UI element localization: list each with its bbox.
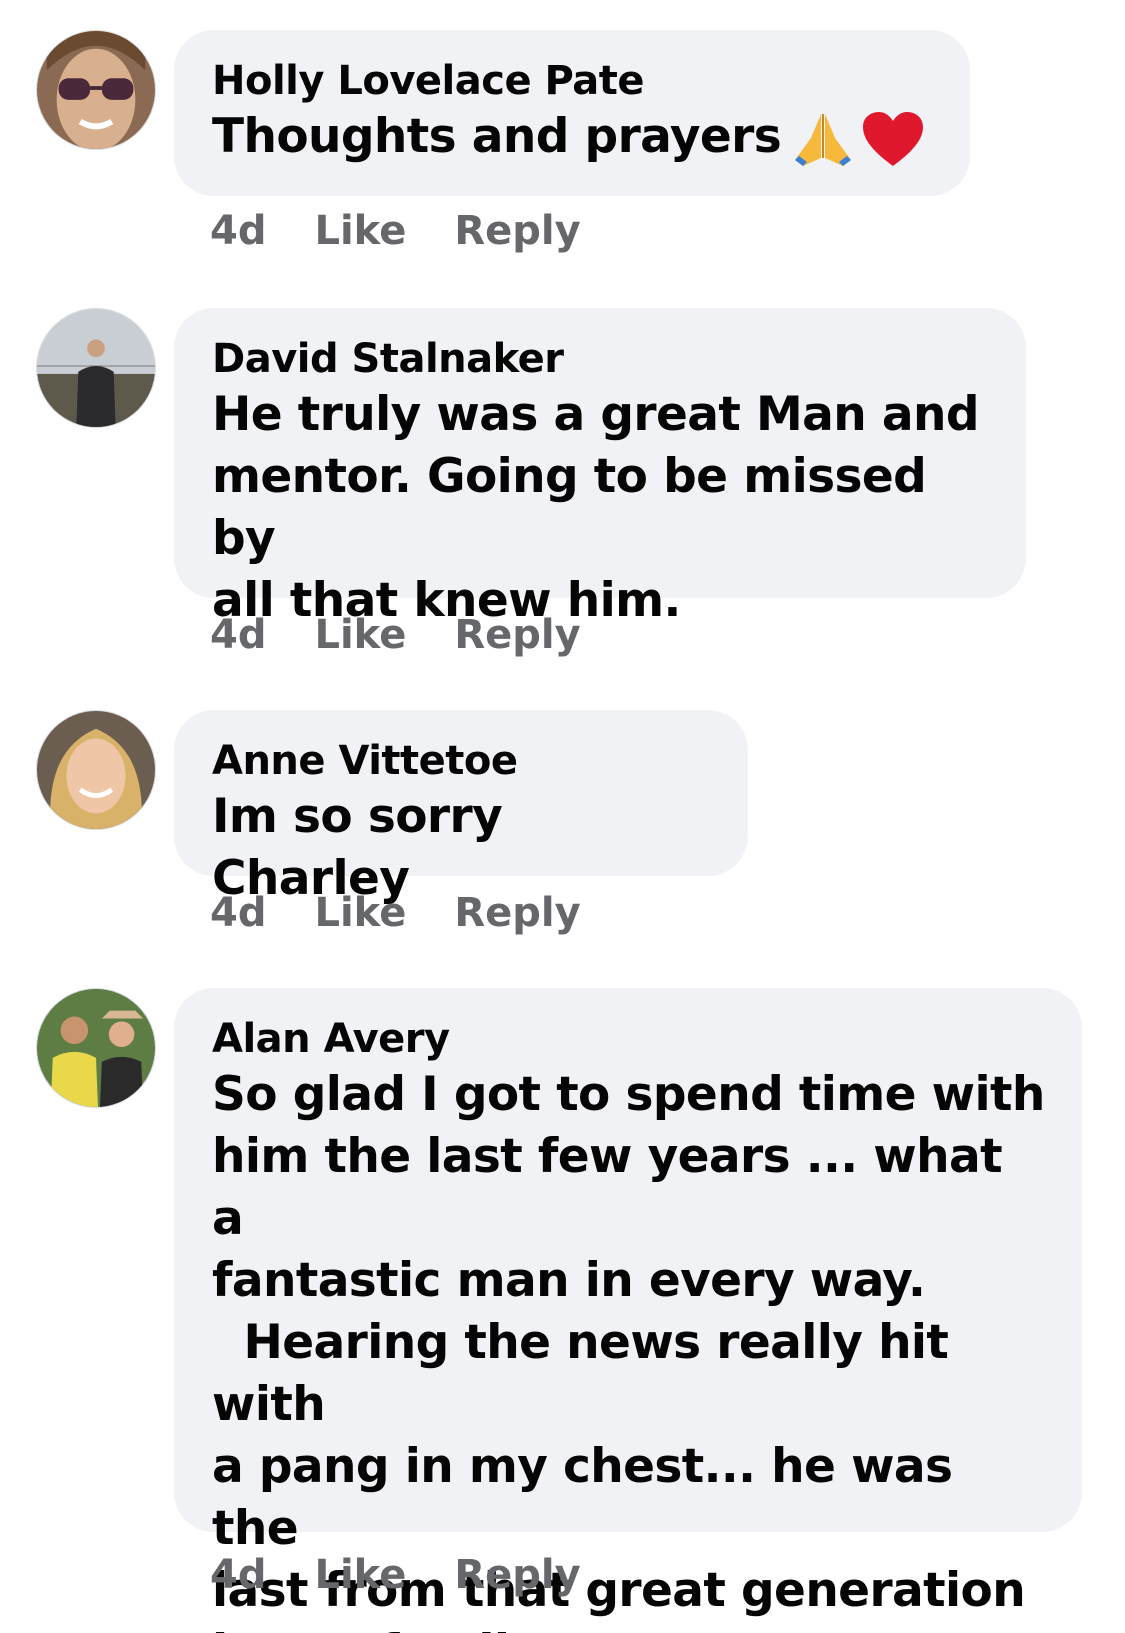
comment-actions: 4d Like Reply <box>210 610 581 660</box>
emoji-group <box>791 108 925 172</box>
avatar[interactable] <box>36 308 156 428</box>
like-button[interactable]: Like <box>314 888 406 938</box>
comment-author[interactable]: David Stalnaker <box>212 334 990 384</box>
red-heart-icon <box>863 111 924 166</box>
like-button[interactable]: Like <box>314 206 406 256</box>
comment-timestamp: 4d <box>210 208 267 254</box>
comment-timestamp: 4d <box>210 612 267 658</box>
comment-author[interactable]: Alan Avery <box>212 1014 1046 1064</box>
comment-bubble: Alan Avery So glad I got to spend time w… <box>174 988 1082 1633</box>
like-button[interactable]: Like <box>314 1550 406 1600</box>
comment-timestamp: 4d <box>210 890 267 936</box>
comment-text: He truly was a great Man and mentor. Goi… <box>212 387 980 628</box>
comment-author[interactable]: Holly Lovelace Pate <box>212 56 934 106</box>
comment-actions: 4d Like Reply <box>210 888 581 938</box>
avatar-photo <box>37 989 155 1107</box>
comment-thread: Holly Lovelace Pate Thoughts and prayers… <box>0 0 1125 1633</box>
reply-button[interactable]: Reply <box>454 1550 580 1600</box>
avatar[interactable] <box>36 710 156 830</box>
avatar-photo <box>37 31 155 149</box>
avatar-photo <box>37 309 155 427</box>
comment-text: So glad I got to spend time with him the… <box>212 1067 1045 1633</box>
comment-author[interactable]: Anne Vittetoe <box>212 736 712 786</box>
comment-bubble: Holly Lovelace Pate Thoughts and prayers <box>174 30 970 196</box>
reply-button[interactable]: Reply <box>454 206 580 256</box>
avatar[interactable] <box>36 30 156 150</box>
comment-bubble: Anne Vittetoe Im so sorry Charley <box>174 710 748 906</box>
avatar-photo <box>37 711 155 829</box>
comment-bubble: David Stalnaker He truly was a great Man… <box>174 308 1026 628</box>
comment-text-body: Thoughts and prayers <box>212 109 782 164</box>
comment-actions: 4d Like Reply <box>210 206 581 256</box>
comment-text: Thoughts and prayers <box>212 106 934 172</box>
reply-button[interactable]: Reply <box>454 610 580 660</box>
comment-timestamp: 4d <box>210 1552 267 1598</box>
folded-hands-icon <box>795 113 852 166</box>
reply-button[interactable]: Reply <box>454 888 580 938</box>
like-button[interactable]: Like <box>314 610 406 660</box>
comment-actions: 4d Like Reply <box>210 1550 581 1600</box>
avatar[interactable] <box>36 988 156 1108</box>
